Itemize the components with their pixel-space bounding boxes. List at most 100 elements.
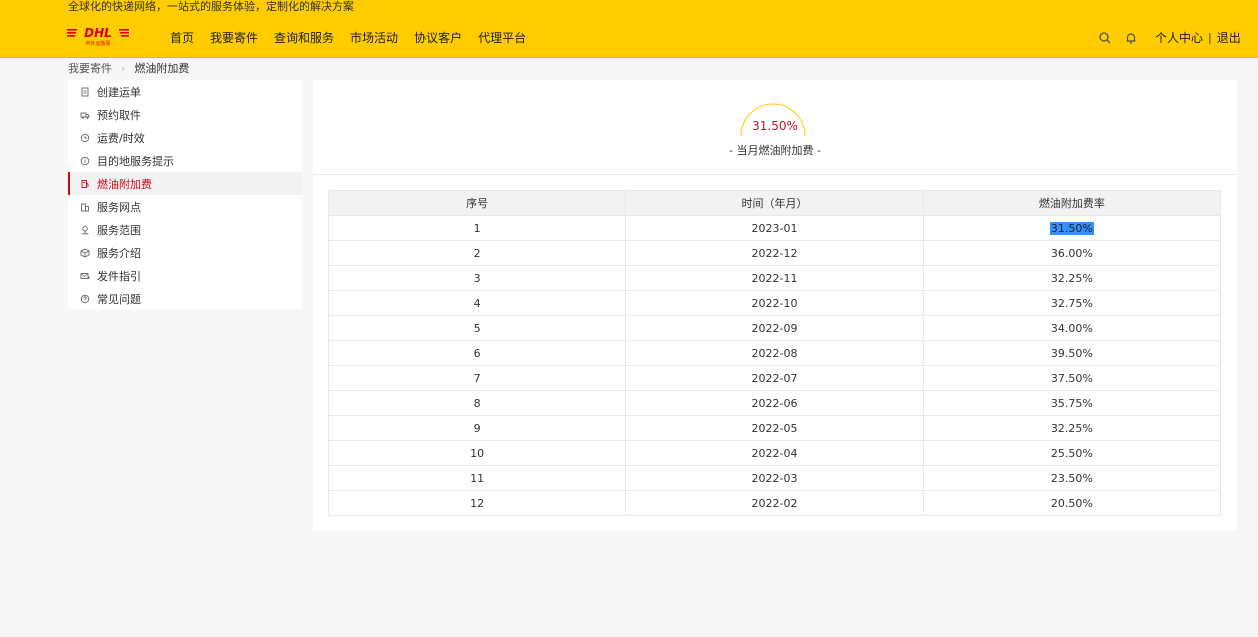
cell-rate: 23.50% — [922, 465, 1222, 491]
cell-index: 7 — [327, 365, 627, 391]
cell-month: 2022-09 — [625, 315, 924, 341]
breadcrumb-send-package[interactable]: 我要寄件 — [68, 61, 112, 77]
sidebar-item-service-scope[interactable]: 服务范围 — [68, 218, 302, 241]
user-links: 个人中心 | 退出 — [1155, 29, 1241, 47]
sidebar-item-label: 运费/时效 — [97, 131, 145, 145]
breadcrumb-fuel-surcharge: 燃油附加费 — [134, 62, 190, 75]
table-row: 9 2022-05 32.25% — [327, 415, 1222, 441]
table-row: 10 2022-04 25.50% — [327, 440, 1222, 466]
fuel-surcharge-table: 序号 时间（年月） 燃油附加费率 1 2023-01 31.50% 2 2022-12 3… — [327, 190, 1222, 516]
cell-rate: 32.25% — [922, 415, 1222, 441]
header-slogan: 全球化的快递网络，一站式的服务体验，定制化的解决方案 — [68, 0, 354, 13]
sidebar-item-label: 服务介绍 — [97, 246, 141, 260]
fuel-icon — [81, 179, 89, 188]
sidebar-item-create-waybill[interactable]: 创建运单 — [68, 80, 302, 103]
cell-rate: 32.75% — [922, 290, 1222, 316]
logo-subtitle: 中外运敦豪 — [85, 40, 110, 47]
cell-rate: 35.75% — [922, 390, 1222, 416]
cell-month: 2023-01 — [625, 215, 924, 241]
cell-index: 12 — [327, 490, 627, 516]
breadcrumb-separator: › — [121, 62, 126, 75]
cell-month: 2022-08 — [625, 340, 924, 366]
sidebar-item-destination-tips[interactable]: 目的地服务提示 — [68, 149, 302, 172]
column-header-index: 序号 — [327, 190, 627, 216]
box-icon — [80, 247, 90, 258]
sidebar-item-service-intro[interactable]: 服务介绍 — [68, 241, 302, 264]
table-row: 11 2022-03 23.50% — [327, 465, 1222, 491]
cell-rate: 31.50% — [922, 215, 1222, 241]
dhl-logo[interactable]: DHL 中外运敦豪 — [67, 24, 129, 47]
main-panel: 31.50% - 当月燃油附加费 - 序号 时间（年月） 燃油附加费率 1 202… — [313, 80, 1237, 531]
send-icon — [80, 272, 90, 279]
table-header-row: 序号 时间（年月） 燃油附加费率 — [327, 190, 1222, 216]
table-row: 6 2022-08 39.50% — [327, 340, 1222, 366]
cell-month: 2022-07 — [625, 365, 924, 391]
cell-index: 9 — [327, 415, 627, 441]
nav-query-service[interactable]: 查询和服务 — [274, 29, 334, 47]
cell-month: 2022-11 — [625, 265, 924, 291]
table-row: 5 2022-09 34.00% — [327, 315, 1222, 341]
question-icon — [80, 294, 90, 303]
bell-icon[interactable] — [1124, 30, 1138, 44]
cell-index: 5 — [327, 315, 627, 341]
location-icon — [81, 225, 89, 234]
user-links-separator: | — [1208, 31, 1212, 44]
sidebar-item-label: 服务网点 — [97, 200, 141, 214]
cell-index: 4 — [327, 290, 627, 316]
table-row: 12 2022-02 20.50% — [327, 490, 1222, 516]
table-row: 4 2022-10 32.75% — [327, 290, 1222, 316]
table-row: 3 2022-11 32.25% — [327, 265, 1222, 291]
cell-index: 2 — [327, 240, 627, 266]
sidebar-item-label: 燃油附加费 — [97, 177, 152, 191]
truck-icon — [80, 112, 90, 119]
sidebar-item-label: 发件指引 — [97, 269, 141, 283]
cell-rate: 37.50% — [922, 365, 1222, 391]
sidebar-item-faq[interactable]: 常见问题 — [68, 287, 302, 310]
logo-wordmark: DHL — [84, 26, 112, 40]
cell-rate: 39.50% — [922, 340, 1222, 366]
breadcrumb: 我要寄件 › 燃油附加费 — [68, 61, 189, 77]
sidebar-item-service-points[interactable]: 服务网点 — [68, 195, 302, 218]
sidebar-item-label: 预约取件 — [97, 108, 141, 122]
cell-index: 11 — [327, 465, 627, 491]
nav-home[interactable]: 首页 — [170, 29, 194, 47]
cell-index: 6 — [327, 340, 627, 366]
sidebar-item-rates-transit[interactable]: 运费/时效 — [68, 126, 302, 149]
search-icon[interactable] — [1098, 30, 1112, 44]
cell-month: 2022-05 — [625, 415, 924, 441]
logout-link[interactable]: 退出 — [1217, 29, 1241, 47]
nav-send-package[interactable]: 我要寄件 — [210, 29, 258, 47]
sidebar-item-shipping-guide[interactable]: 发件指引 — [68, 264, 302, 287]
sidebar-item-fuel-surcharge[interactable]: 燃油附加费 — [68, 172, 302, 195]
cell-month: 2022-12 — [625, 240, 924, 266]
cell-rate: 25.50% — [922, 440, 1222, 466]
cell-month: 2022-02 — [625, 490, 924, 516]
cell-index: 3 — [327, 265, 627, 291]
cell-rate: 32.25% — [922, 265, 1222, 291]
sidebar-item-label: 常见问题 — [97, 292, 141, 306]
cell-index: 10 — [327, 440, 627, 466]
cell-rate: 36.00% — [922, 240, 1222, 266]
cell-rate: 20.50% — [922, 490, 1222, 516]
table-row: 1 2023-01 31.50% — [327, 215, 1222, 241]
column-header-month: 时间（年月） — [625, 190, 924, 216]
sidebar-item-book-pickup[interactable]: 预约取件 — [68, 103, 302, 126]
nav-marketing[interactable]: 市场活动 — [350, 29, 398, 47]
sidebar: 创建运单 预约取件 运费/时效 目的地服务提示 燃油附加费 服务网点 服务范围 … — [68, 80, 302, 309]
selected-text: 31.50% — [1049, 221, 1094, 235]
user-center-link[interactable]: 个人中心 — [1155, 29, 1203, 47]
cell-rate: 34.00% — [922, 315, 1222, 341]
nav-agent-platform[interactable]: 代理平台 — [478, 29, 526, 47]
column-header-rate: 燃油附加费率 — [922, 190, 1222, 216]
sidebar-item-label: 创建运单 — [97, 85, 141, 99]
table-row: 2 2022-12 36.00% — [327, 240, 1222, 266]
nav-contract-customers[interactable]: 协议客户 — [414, 29, 462, 47]
cell-index: 1 — [327, 215, 627, 241]
document-icon — [81, 87, 89, 96]
cell-month: 2022-06 — [625, 390, 924, 416]
current-fuel-surcharge-label: - 当月燃油附加费 - — [729, 144, 821, 157]
building-icon — [81, 203, 89, 211]
table-row: 8 2022-06 35.75% — [327, 390, 1222, 416]
current-fuel-surcharge-value: 31.50% — [752, 119, 798, 133]
cell-index: 8 — [327, 390, 627, 416]
